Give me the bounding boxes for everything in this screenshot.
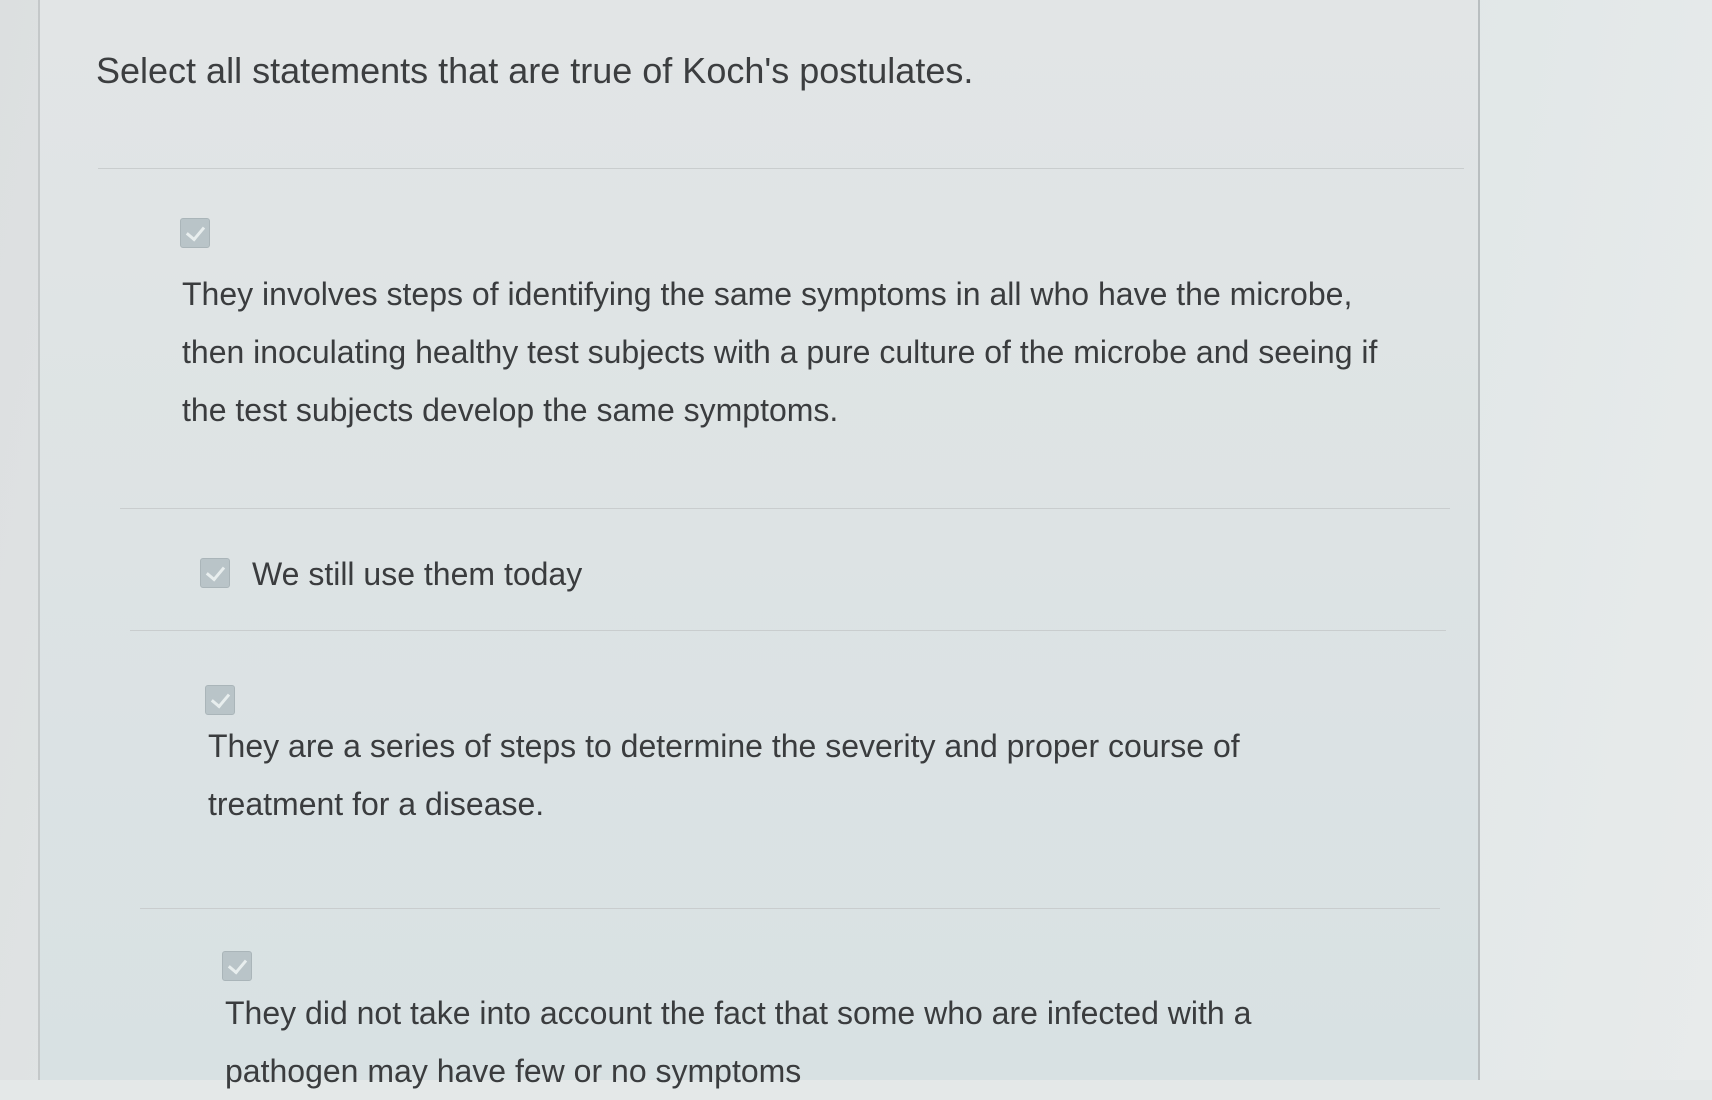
question-title: Select all statements that are true of K… xyxy=(96,50,974,91)
question-panel: Select all statements that are true of K… xyxy=(40,0,1480,1089)
checkbox-checked-icon[interactable] xyxy=(200,558,230,588)
divider xyxy=(140,908,1440,909)
checkbox-checked-icon[interactable] xyxy=(180,218,210,248)
answer-option-2[interactable]: We still use them today xyxy=(200,555,800,605)
answer-option-4[interactable]: They did not take into account the fact … xyxy=(222,948,1432,1089)
divider xyxy=(98,168,1464,169)
answer-option-label: They involves steps of identifying the s… xyxy=(182,276,1378,428)
answer-option-label: We still use them today xyxy=(252,556,583,592)
answer-option-label: They did not take into account the fact … xyxy=(225,995,1252,1089)
divider xyxy=(120,508,1450,509)
answer-option-label: They are a series of steps to determine … xyxy=(208,728,1240,822)
answer-option-1[interactable]: They involves steps of identifying the s… xyxy=(180,215,1410,428)
checkbox-checked-icon[interactable] xyxy=(205,685,235,715)
checkbox-checked-icon[interactable] xyxy=(222,951,252,981)
divider xyxy=(130,630,1446,631)
answer-option-3[interactable]: They are a series of steps to determine … xyxy=(205,682,1435,832)
